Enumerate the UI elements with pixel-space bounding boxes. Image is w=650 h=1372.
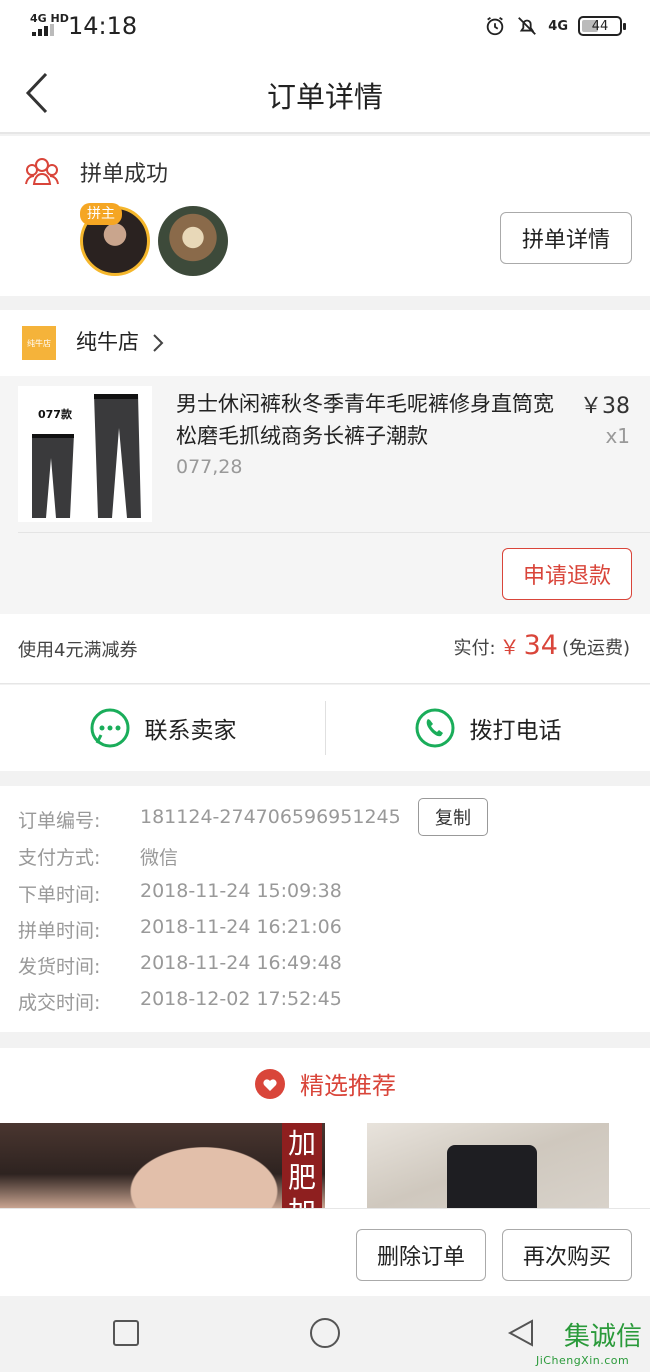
- info-value: 2018-11-24 16:21:06: [140, 916, 342, 938]
- group-detail-button[interactable]: 拼单详情: [500, 212, 632, 264]
- host-badge: 拼主: [80, 203, 122, 225]
- paid-label: 实付:: [453, 638, 496, 659]
- product-price: ￥38: [580, 394, 630, 419]
- contact-seller-button[interactable]: 联系卖家: [0, 685, 325, 771]
- info-value: 181124-274706596951245: [140, 806, 401, 828]
- battery-icon: 44: [578, 16, 626, 36]
- recommend-section: 精选推荐 加肥加: [0, 1048, 650, 1208]
- contact-bar: 联系卖家 拨打电话: [0, 685, 650, 771]
- info-key: 订单编号:: [18, 810, 101, 832]
- product-title[interactable]: 男士休闲裤秋冬季青年毛呢裤修身直筒宽松磨毛抓绒商务长裤子潮款: [176, 388, 568, 452]
- shop-header[interactable]: 纯牛店 纯牛店: [0, 310, 650, 376]
- group-status: 拼单成功: [80, 162, 169, 187]
- chat-bubble-icon: [90, 708, 129, 748]
- mute-bell-icon: [518, 17, 537, 35]
- network-4g-label: 4G: [548, 18, 568, 34]
- alarm-icon: [487, 16, 504, 36]
- product-item[interactable]: 077款 男士休闲裤秋冬季青年毛呢裤修身直筒宽松磨毛抓绒商务长裤子潮款 ￥38 …: [0, 376, 650, 614]
- back-triangle-icon[interactable]: [506, 1318, 536, 1348]
- product-quantity: x1: [605, 424, 630, 448]
- watermark-logo-text: 集诚信: [564, 1322, 643, 1352]
- home-icon[interactable]: [310, 1318, 340, 1348]
- thumb-label: 077款: [38, 407, 73, 421]
- info-row-order-time: 下单时间: 2018-11-24 15:09:38: [18, 880, 342, 907]
- call-button[interactable]: 拨打电话: [325, 685, 650, 771]
- contact-seller-label: 联系卖家: [144, 718, 237, 744]
- chevron-right-icon: [153, 334, 164, 352]
- bottom-action-bar: 删除订单 再次购买: [0, 1208, 650, 1296]
- info-key: 拼单时间:: [18, 920, 101, 942]
- info-value: 2018-11-24 15:09:38: [140, 880, 342, 902]
- pants-image: 077款: [18, 386, 152, 522]
- product-thumbnail[interactable]: 077款: [18, 386, 152, 522]
- heart-icon: [255, 1068, 285, 1099]
- info-row-order-number: 订单编号: 181124-274706596951245: [18, 806, 401, 833]
- page-title: 订单详情: [266, 80, 383, 114]
- battery-level: 44: [591, 18, 609, 34]
- watermark-logo: 集诚信 JiChengXin.com: [536, 1316, 644, 1372]
- coupon-text: 使用4元满减券: [18, 640, 138, 661]
- group-people-icon: [25, 158, 59, 185]
- watermark-url: JiChengXin.com: [536, 1354, 630, 1367]
- recommend-product-image[interactable]: 加肥加: [0, 1123, 325, 1208]
- navigation-bar: 订单详情: [0, 52, 650, 134]
- shop-logo: 纯牛店: [22, 326, 56, 360]
- info-row-deal-time: 成交时间: 2018-12-02 17:52:45: [18, 988, 342, 1015]
- phone-icon: [415, 708, 454, 748]
- payment-summary: 使用4元满减券 实付: ￥ 34 (免运费): [0, 614, 650, 684]
- info-row-group-time: 拼单时间: 2018-11-24 16:21:06: [18, 916, 342, 943]
- recommend-product-image[interactable]: [367, 1123, 609, 1208]
- status-icons: 4G 44: [484, 12, 626, 40]
- avatar-member[interactable]: [158, 206, 228, 276]
- copy-button[interactable]: 复制: [418, 798, 488, 836]
- shipping-note: (免运费): [561, 638, 630, 659]
- delete-order-button[interactable]: 删除订单: [356, 1229, 486, 1281]
- info-value: 微信: [140, 847, 179, 869]
- recommend-header: 精选推荐: [0, 1066, 650, 1101]
- order-info: 订单编号: 181124-274706596951245 复制 支付方式: 微信…: [0, 786, 650, 1032]
- promo-tag: 加肥加: [282, 1123, 322, 1208]
- info-key: 支付方式:: [18, 847, 101, 869]
- recommend-title: 精选推荐: [300, 1072, 396, 1100]
- signal-icon: [32, 24, 58, 36]
- currency-symbol: ￥: [499, 635, 520, 659]
- shop-name[interactable]: 纯牛店: [76, 326, 139, 356]
- refund-button[interactable]: 申请退款: [502, 548, 632, 600]
- info-value: 2018-11-24 16:49:48: [140, 952, 342, 974]
- info-key: 成交时间:: [18, 992, 101, 1014]
- paid-value: 34: [523, 630, 558, 661]
- model-photo: [90, 1123, 280, 1208]
- recent-apps-icon[interactable]: [113, 1320, 139, 1346]
- divider: [18, 532, 650, 533]
- call-label: 拨打电话: [469, 718, 562, 744]
- info-key: 发货时间:: [18, 956, 101, 978]
- clock: 14:18: [68, 12, 138, 40]
- product-sku: 077,28: [176, 456, 243, 478]
- status-bar: 4G HD 14:18 4G 44: [0, 0, 650, 52]
- info-row-payment-method: 支付方式: 微信: [18, 843, 178, 870]
- info-key: 下单时间:: [18, 884, 101, 906]
- coat-photo: [447, 1145, 537, 1208]
- buy-again-button[interactable]: 再次购买: [502, 1229, 632, 1281]
- info-value: 2018-12-02 17:52:45: [140, 988, 342, 1010]
- paid-amount: 实付: ￥ 34 (免运费): [454, 630, 630, 661]
- info-row-ship-time: 发货时间: 2018-11-24 16:49:48: [18, 952, 342, 979]
